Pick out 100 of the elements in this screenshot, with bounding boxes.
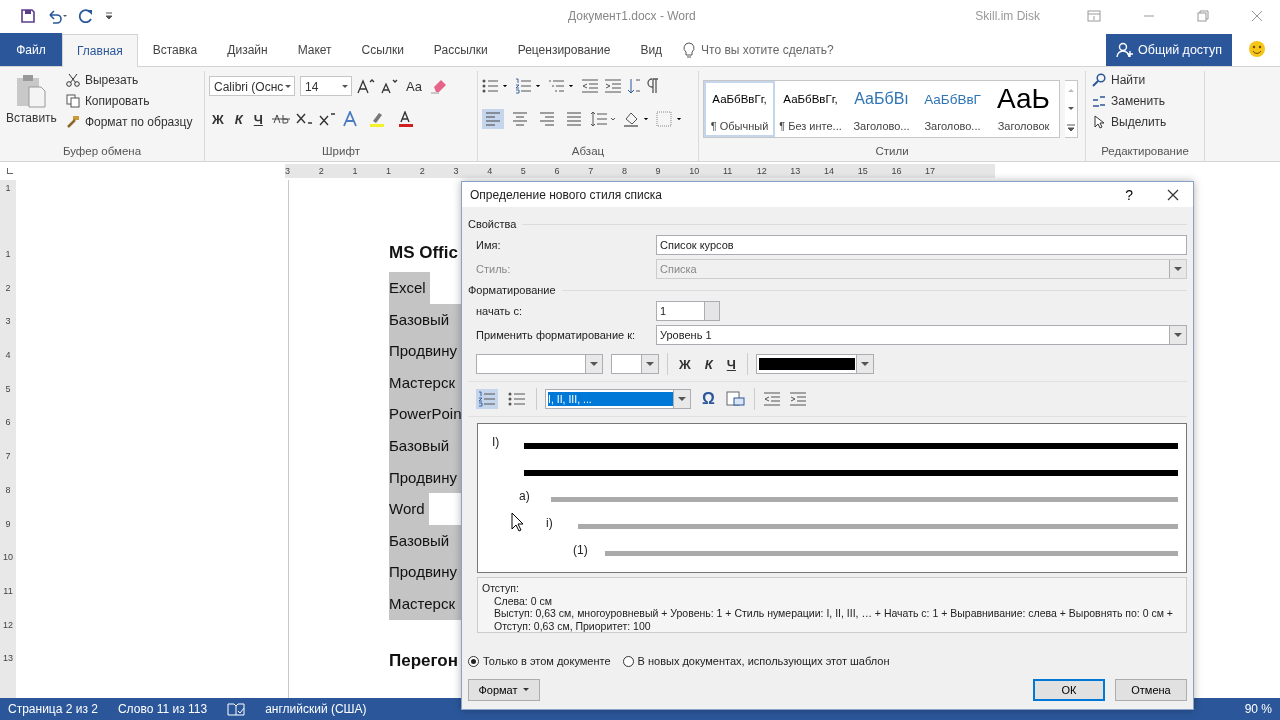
decrease-indent-icon[interactable] [581,78,599,94]
help-button[interactable]: ? [1119,185,1139,204]
cut-button[interactable]: Вырезать [63,71,195,89]
mouse-cursor-icon [511,512,525,532]
decrease-indent-icon[interactable] [762,391,781,407]
eraser-icon[interactable] [430,78,449,94]
paste-button[interactable]: Вставить [4,71,59,127]
ribbon-tab[interactable]: Вставка [137,33,213,66]
tab-selector[interactable] [7,168,13,174]
close-icon[interactable] [1167,188,1179,201]
ruler-number: 7 [5,450,11,464]
increase-indent-icon[interactable] [788,391,807,407]
format-button[interactable]: Формат [468,679,540,701]
redo-icon[interactable] [78,8,94,24]
italic-button[interactable]: К [231,111,246,127]
find-button[interactable]: Найти [1090,71,1200,89]
more-icon[interactable] [1065,121,1077,134]
start-number-field[interactable]: 1 [656,301,720,321]
field-label: начать с: [476,305,523,317]
proofing-icon[interactable] [227,702,246,716]
level-marker: I) [492,434,501,449]
font-name-field[interactable]: Calibri (Оснс [209,76,295,96]
customize-icon[interactable] [104,10,114,22]
style-item[interactable]: АаБбВвГг, ¶ Без инте... [775,81,846,137]
style-item[interactable]: АаЬ Заголовок [988,81,1059,137]
language[interactable]: английский (США) [265,702,367,716]
group-label: Шрифт [322,145,360,157]
document-text: Продвину [389,335,461,367]
copy-button[interactable]: Копировать [63,92,195,110]
bold-button[interactable]: Ж [676,356,694,372]
file-tab[interactable]: Файл [0,33,62,66]
symbol-button[interactable]: Ω [699,390,718,408]
select-button[interactable]: Выделить [1090,113,1200,131]
picture-bullet-icon[interactable] [725,391,746,407]
format-painter-button[interactable]: Формат по образцу [63,113,195,131]
color-dropdown[interactable] [755,354,874,374]
document-text: Мастерск [389,587,461,620]
scope-radio[interactable]: Только в этом документе [468,655,611,667]
scope-radio[interactable]: В новых документах, использующих этот шаблон [622,655,890,667]
ribbon-tab[interactable]: Рассылки [418,33,503,66]
bullets-icon[interactable] [482,78,510,94]
ruler-number: 10 [689,165,701,178]
ruler-number: 14 [824,165,835,178]
italic-button[interactable]: К [701,356,716,372]
pointer-icon [1092,115,1106,129]
superscript-icon[interactable] [318,112,337,126]
shrink-font-icon[interactable] [380,78,398,94]
page-count[interactable]: Страница 2 из 2 [8,702,98,716]
smiley-icon[interactable] [1248,40,1266,58]
size-dropdown[interactable] [611,354,659,374]
share-button[interactable]: Общий доступ [1106,34,1232,66]
replace-button[interactable]: Заменить [1090,92,1200,110]
number-style-dropdown[interactable]: I, II, III, ... [545,389,691,409]
increase-indent-icon[interactable] [604,78,622,94]
ribbon-tab[interactable]: Главная [62,34,138,67]
document-text: Перегон [389,650,459,671]
bold-button[interactable]: Ж [209,111,227,127]
strikethrough-icon[interactable] [270,112,291,126]
save-icon[interactable] [20,8,36,24]
underline-button[interactable]: Ч [250,111,266,127]
multilevel-list-icon[interactable] [548,78,576,94]
cancel-button[interactable]: Отмена [1115,679,1187,701]
document-text: Word [389,493,429,525]
ruler-number: 3 [453,165,460,178]
field-label: Стиль: [476,263,512,275]
window-title: Документ1.docx - Word [568,9,697,23]
pilcrow-icon[interactable] [646,78,660,94]
ruler-number: 3 [5,315,11,329]
paintbrush-icon [65,115,80,129]
sort-icon[interactable] [627,78,641,94]
lightbulb-icon [683,42,696,58]
document-text: Базовый [389,524,461,557]
ribbon-tab[interactable]: Рецензирование [502,33,626,66]
level-marker: a) [519,488,531,503]
person-add-icon [1116,42,1134,58]
numbering-icon[interactable] [515,78,543,94]
change-case-button[interactable]: Аа [403,78,426,94]
style-item[interactable]: АаБбВвГ Заголово... [917,81,988,137]
undo-icon[interactable] [46,8,68,24]
tell-me-field[interactable]: Что вы хотите сделать? [699,42,904,58]
zoom-level[interactable]: 90 % [1244,702,1272,716]
line-spacing-icon[interactable] [590,111,618,127]
shading-icon[interactable] [623,111,651,127]
style-item[interactable]: АаБбВı Заголово... [846,81,917,137]
ok-button[interactable]: ОК [1033,679,1105,701]
ribbon-tab[interactable]: Макет [282,33,347,66]
ribbon-tab[interactable]: Дизайн [212,33,283,66]
ruler-number: 1 [5,182,11,195]
style-item[interactable]: АаБбВвГг, ¶ Обычный [704,81,775,137]
word-count[interactable]: Слово 11 из 113 [117,702,208,716]
scissors-icon [65,73,80,87]
underline-button[interactable]: Ч [723,356,739,372]
grow-font-icon[interactable] [357,78,375,94]
ribbon-tab[interactable]: Вид [625,33,678,66]
name-field[interactable]: Список курсов [656,235,1187,255]
subscript-icon[interactable] [295,112,314,126]
apply-to-dropdown[interactable]: Уровень 1 [656,325,1187,345]
dialog-title: Определение нового стиля списка [470,187,663,202]
font-size-field[interactable]: 14 [300,76,352,96]
ribbon-tab[interactable]: Ссылки [346,33,419,66]
